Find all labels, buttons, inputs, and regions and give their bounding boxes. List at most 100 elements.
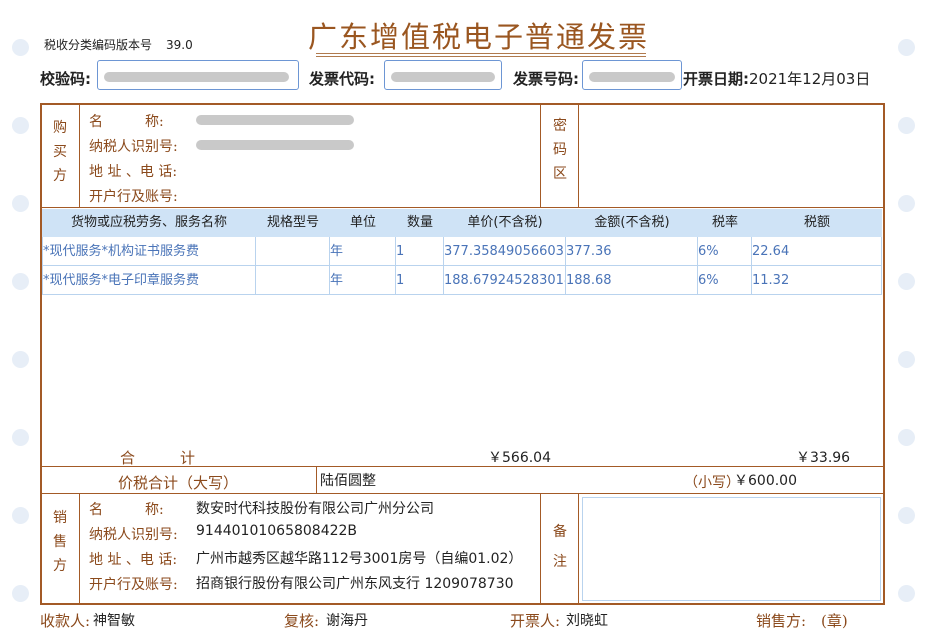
redacted-value xyxy=(391,72,495,82)
divider xyxy=(540,104,541,207)
redacted-value xyxy=(104,72,289,82)
table-row[interactable]: *现代服务*机构证书服务费 年 1 377.358490566037 377.3… xyxy=(42,237,882,266)
perforation-dot xyxy=(898,117,915,134)
version-info: 税收分类编码版本号 39.0 xyxy=(44,36,193,53)
title-underline xyxy=(316,53,646,54)
reviewer-value: 谢海丹 xyxy=(326,613,368,629)
col-header-qty: 数量 xyxy=(406,215,433,230)
table-row[interactable]: *现代服务*电子印章服务费 年 1 188.679245283018 188.6… xyxy=(42,266,882,295)
seller-address-label: 地 址 、电 话: xyxy=(89,552,178,568)
perforation-dot xyxy=(12,195,29,212)
redacted-buyer-name xyxy=(196,115,354,125)
item-unit: 年 xyxy=(330,266,396,295)
payee-value: 神智敏 xyxy=(93,613,135,629)
seller-bank: 招商银行股份有限公司广州东风支行 1209078730 xyxy=(196,576,514,592)
item-spec xyxy=(256,266,330,295)
item-unit: 年 xyxy=(330,237,396,266)
item-qty: 1 xyxy=(396,237,444,266)
perforation-dot xyxy=(898,585,915,602)
drawer-value: 刘晓虹 xyxy=(566,613,608,629)
item-name: *现代服务*电子印章服务费 xyxy=(42,266,256,295)
perforation-dot xyxy=(898,507,915,524)
perforation-dot xyxy=(12,117,29,134)
buyer-name-label: 名 称: xyxy=(89,114,164,130)
remarks-section-label: 备 注 xyxy=(553,524,567,570)
col-header-amount: 金额(不含税) xyxy=(594,215,670,230)
total-lower-value: ￥600.00 xyxy=(734,473,797,489)
perforation-dot xyxy=(12,351,29,368)
divider xyxy=(316,466,317,493)
invoice-title: 广东增值税电子普通发票 xyxy=(308,20,650,54)
divider xyxy=(41,466,884,467)
col-header-spec: 规格型号 xyxy=(266,215,319,230)
total-tax: ￥33.96 xyxy=(796,450,851,466)
divider xyxy=(578,104,579,207)
reviewer-label: 复核: xyxy=(284,612,320,630)
redacted-value xyxy=(589,72,675,82)
total-lower-label: （小写） xyxy=(684,475,740,491)
buyer-address-label: 地 址 、电 话: xyxy=(89,164,178,180)
item-amount: 377.36 xyxy=(566,237,698,266)
divider xyxy=(79,104,80,207)
seller-tax-id: 91440101065808422B xyxy=(196,523,358,539)
divider xyxy=(578,493,579,604)
perforation-dot xyxy=(12,39,29,56)
divider xyxy=(41,207,884,208)
total-label: 合 计 xyxy=(120,449,196,467)
total-upper-value: 陆佰圆整 xyxy=(320,473,376,489)
issue-date-label: 开票日期: xyxy=(683,70,749,88)
item-price: 377.358490566037 xyxy=(444,237,566,266)
col-header-unit: 单位 xyxy=(349,215,376,230)
invoice-number-label: 发票号码: xyxy=(513,70,579,88)
seller-section-label: 销 售 方 xyxy=(53,510,67,574)
remarks-field[interactable] xyxy=(582,497,881,601)
perforation-dot xyxy=(12,429,29,446)
col-header-name: 货物或应税劳务、服务名称 xyxy=(70,215,227,230)
perforation-dot xyxy=(898,39,915,56)
redacted-buyer-tax-id xyxy=(196,140,354,150)
issue-date: 开票日期:2021年12月03日 xyxy=(683,68,870,89)
seller-address: 广州市越秀区越华路112号3001房号（自编01.02） xyxy=(196,551,523,567)
drawer-label: 开票人: xyxy=(510,612,561,630)
total-upper-label: 价税合计（大写） xyxy=(118,474,239,492)
perforation-dot xyxy=(898,195,915,212)
buyer-bank-label: 开户行及账号: xyxy=(89,189,178,205)
divider xyxy=(79,493,80,604)
issue-date-value: 2021年12月03日 xyxy=(749,70,871,88)
check-code-label: 校验码: xyxy=(40,70,91,88)
divider xyxy=(41,493,884,494)
perforation-dot xyxy=(12,507,29,524)
item-amount: 188.68 xyxy=(566,266,698,295)
perforation-dot xyxy=(12,585,29,602)
invoice-number-field[interactable] xyxy=(582,60,682,90)
items-table-header: 货物或应税劳务、服务名称 规格型号 单位 数量 单价(不含税) 金额(不含税) … xyxy=(42,209,882,237)
total-amount: ￥566.04 xyxy=(488,450,551,466)
item-price: 188.679245283018 xyxy=(444,266,566,295)
cipher-section-label: 密 码 区 xyxy=(553,118,567,182)
perforation-dot xyxy=(898,429,915,446)
item-rate: 6% xyxy=(698,237,752,266)
version-label: 税收分类编码版本号 xyxy=(44,38,153,52)
payee-label: 收款人: xyxy=(40,612,91,630)
seller-tax-id-label: 纳税人识别号: xyxy=(89,527,178,543)
buyer-tax-id-label: 纳税人识别号: xyxy=(89,139,178,155)
item-tax: 11.32 xyxy=(752,266,882,295)
perforation-dot xyxy=(898,273,915,290)
item-qty: 1 xyxy=(396,266,444,295)
item-name: *现代服务*机构证书服务费 xyxy=(42,237,256,266)
seller-seal-label: 销售方: (章) xyxy=(756,612,848,630)
perforation-dot xyxy=(898,351,915,368)
col-header-rate: 税率 xyxy=(711,215,738,230)
col-header-tax: 税额 xyxy=(803,215,830,230)
item-rate: 6% xyxy=(698,266,752,295)
seller-name: 数安时代科技股份有限公司广州分公司 xyxy=(196,501,434,517)
check-code-field[interactable] xyxy=(97,60,299,90)
perforation-dot xyxy=(12,273,29,290)
invoice-code-label: 发票代码: xyxy=(309,70,375,88)
buyer-section-label: 购 买 方 xyxy=(53,120,67,184)
seller-bank-label: 开户行及账号: xyxy=(89,577,178,593)
divider xyxy=(540,493,541,604)
item-tax: 22.64 xyxy=(752,237,882,266)
invoice-code-field[interactable] xyxy=(384,60,502,90)
col-header-price: 单价(不含税) xyxy=(467,215,543,230)
